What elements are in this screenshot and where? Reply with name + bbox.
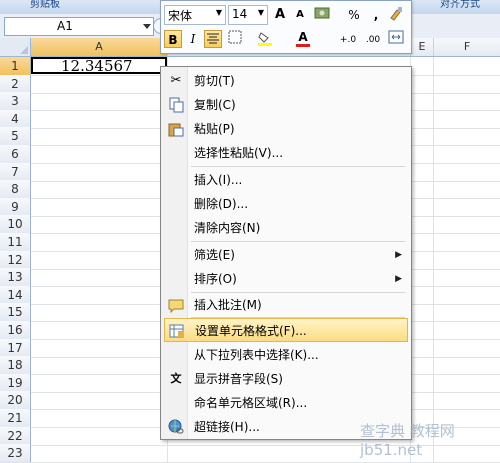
menu-item-label: 超链接(H)... [194, 420, 260, 434]
font-size-value: 14 [232, 7, 248, 21]
menu-item-label: 复制(C) [194, 98, 236, 112]
menu-item-format-cells[interactable]: 设置单元格格式(F)... [164, 318, 408, 342]
row-header[interactable]: 6 [0, 145, 31, 163]
row-header[interactable]: 2 [0, 74, 31, 93]
menu-item-label: 粘贴(P) [194, 122, 235, 136]
font-color-letter: A [298, 30, 308, 44]
menu-item-label: 排序(O) [194, 272, 237, 286]
menu-item-label: 插入批注(M) [194, 298, 262, 312]
menu-item-pick-from-list[interactable]: 从下拉列表中选择(K)... [164, 343, 408, 367]
ribbon-group-alignment: 对齐方式 [440, 0, 480, 10]
menu-item-label: 剪切(T) [194, 74, 235, 88]
row-header[interactable]: 17 [0, 338, 31, 357]
row-header[interactable]: 12 [0, 250, 31, 269]
row-header[interactable]: 1 [0, 57, 31, 75]
menu-item-paste-special[interactable]: 选择性粘贴(V)... [164, 141, 408, 165]
menu-item-clear-contents[interactable]: 清除内容(N) [164, 216, 408, 240]
submenu-arrow-icon: ▶ [395, 274, 402, 284]
menu-separator [191, 166, 405, 167]
row-header[interactable]: 19 [0, 373, 31, 392]
menu-item-delete[interactable]: 删除(D)... [164, 192, 408, 216]
font-color-swatch [296, 44, 310, 47]
menu-item-copy[interactable]: 复制(C) [164, 93, 408, 117]
row-header[interactable]: 20 [0, 391, 31, 410]
menu-item-sort[interactable]: 排序(O) ▶ [164, 267, 408, 291]
menu-item-label: 插入(I)... [194, 173, 243, 187]
menu-separator [191, 241, 405, 242]
menu-item-paste[interactable]: 粘贴(P) [164, 117, 408, 141]
menu-item-label: 从下拉列表中选择(K)... [194, 348, 319, 362]
column-header-f[interactable]: F [434, 38, 500, 56]
menu-item-label: 筛选(E) [194, 248, 235, 262]
column-header-e[interactable]: E [411, 38, 434, 56]
row-header[interactable]: 13 [0, 268, 31, 287]
phonetic-icon: 文 [170, 372, 182, 385]
grow-font-button[interactable]: A [271, 6, 289, 24]
row-header[interactable]: 18 [0, 356, 31, 375]
format-cells-icon [169, 323, 185, 339]
row-header[interactable]: 7 [0, 162, 31, 181]
bold-button[interactable]: B [164, 30, 182, 48]
scissors-icon: ✂ [170, 73, 182, 88]
watermark: 查字典 教程网 jb51.net [360, 422, 455, 459]
menu-item-label: 命名单元格区域(R)... [194, 396, 308, 410]
chevron-down-icon: ▼ [257, 8, 264, 17]
menu-item-cut[interactable]: ✂ 剪切(T) [164, 69, 408, 93]
column-header-a[interactable]: A [31, 38, 168, 56]
row-header[interactable]: 9 [0, 197, 31, 216]
row-header[interactable]: 3 [0, 92, 31, 111]
name-box-value: A1 [57, 19, 73, 33]
merge-center-icon[interactable] [387, 30, 405, 48]
format-painter-icon[interactable] [387, 6, 405, 24]
borders-icon[interactable] [226, 30, 244, 48]
font-name-select[interactable]: 宋体 ▼ [164, 5, 226, 25]
hyperlink-icon [168, 419, 184, 435]
font-name-value: 宋体 [168, 9, 193, 23]
accounting-format-icon[interactable] [313, 6, 331, 24]
menu-item-insert-comment[interactable]: 插入批注(M) [164, 293, 408, 317]
row-header[interactable]: 22 [0, 426, 31, 445]
row-header[interactable]: 21 [0, 409, 31, 427]
name-box[interactable]: A1 [4, 17, 154, 36]
submenu-arrow-icon: ▶ [395, 250, 402, 260]
row-header[interactable]: 16 [0, 321, 31, 339]
menu-item-label: 选择性粘贴(V)... [194, 146, 284, 160]
decrease-decimal-button[interactable]: .00 [361, 31, 385, 49]
align-center-icon[interactable] [204, 30, 222, 48]
increase-decimal-button[interactable]: +.0 [336, 31, 360, 49]
menu-item-insert[interactable]: 插入(I)... [164, 168, 408, 192]
ribbon-group-clipboard: 剪贴板 [30, 0, 60, 10]
row-header[interactable]: 14 [0, 285, 31, 304]
italic-button[interactable]: I [184, 30, 202, 48]
row-header[interactable]: 15 [0, 303, 31, 322]
row-header[interactable]: 5 [0, 127, 31, 146]
select-all-corner[interactable] [0, 38, 31, 57]
paste-icon [168, 121, 184, 137]
context-menu: ✂ 剪切(T) 复制(C) 粘贴(P) 选择性粘贴(V)... 插入(I)...… [160, 66, 412, 440]
row-header[interactable]: 4 [0, 109, 31, 128]
menu-item-show-phonetic[interactable]: 文 显示拼音字段(S) [164, 367, 408, 391]
font-size-select[interactable]: 14 ▼ [228, 5, 268, 25]
font-color-button[interactable]: A [294, 28, 312, 47]
comma-style-button[interactable]: , [367, 6, 385, 24]
row-header[interactable]: 23 [0, 444, 31, 463]
menu-item-label: 清除内容(N) [194, 221, 261, 235]
percent-style-button[interactable]: % [345, 6, 363, 24]
shrink-font-button[interactable]: A [291, 6, 309, 24]
row-header[interactable]: 8 [0, 180, 31, 199]
copy-icon [168, 97, 184, 113]
mini-toolbar: 宋体 ▼ 14 ▼ A A % , B I A +.0 .00 [160, 0, 412, 54]
menu-item-label: 显示拼音字段(S) [194, 372, 283, 386]
menu-item-define-name[interactable]: 命名单元格区域(R)... [164, 391, 408, 415]
menu-item-filter[interactable]: 筛选(E) ▶ [164, 243, 408, 267]
row-header[interactable]: 10 [0, 215, 31, 234]
row-header[interactable]: 11 [0, 233, 31, 251]
menu-item-label: 删除(D)... [194, 197, 249, 211]
cell-a1[interactable]: 12.34567 [31, 57, 167, 74]
chevron-down-icon: ▼ [215, 8, 222, 17]
fill-color-icon[interactable] [256, 30, 274, 48]
comment-icon [168, 297, 184, 314]
menu-item-label: 设置单元格格式(F)... [195, 324, 307, 338]
